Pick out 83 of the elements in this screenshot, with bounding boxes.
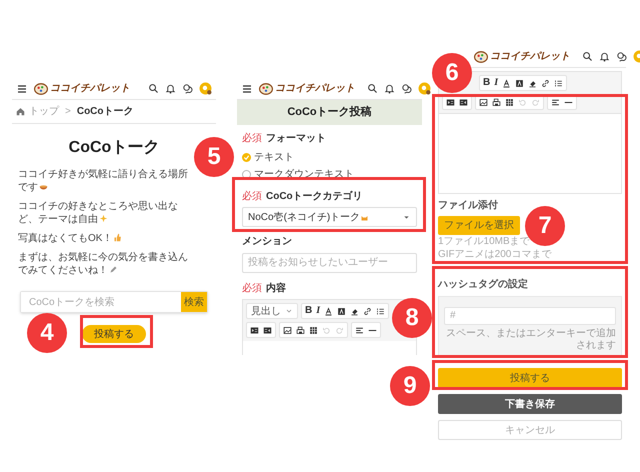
radio-label[interactable]: テキスト [254, 150, 294, 165]
italic-button[interactable]: I [494, 78, 498, 88]
site-logo[interactable]: ココイチパレット [275, 81, 355, 96]
bell-icon[interactable] [165, 83, 176, 94]
search-icon[interactable] [582, 51, 593, 62]
bold-button[interactable]: B [483, 78, 490, 88]
post-button[interactable]: 投稿する [82, 325, 146, 343]
field-label: フォーマット [266, 132, 326, 146]
chat-icon[interactable] [182, 83, 193, 94]
link-icon[interactable] [363, 306, 372, 316]
hint-text: スペース、またはエンターキーで追加されます [445, 328, 616, 352]
sparkle-icon [99, 214, 108, 223]
bell-icon[interactable] [599, 51, 610, 62]
breadcrumb-separator: > [65, 105, 71, 119]
eraser-icon[interactable] [528, 78, 538, 88]
printer-icon[interactable] [296, 326, 305, 334]
menu-icon[interactable] [16, 82, 28, 94]
step-badge: 9 [390, 366, 430, 406]
outdent-icon[interactable] [459, 98, 468, 106]
search-bar[interactable]: CoCoトークを検索 検索 [20, 291, 208, 313]
site-logo[interactable]: ココイチパレット [50, 81, 130, 96]
chevron-down-icon [285, 307, 293, 315]
file-note: GIFアニメは200コマまで [438, 249, 552, 261]
indent-icon[interactable] [250, 326, 259, 334]
paragraph: ココイチ好きが気軽に語り合える場所です [18, 168, 188, 194]
pen-icon [109, 265, 118, 274]
category-select[interactable]: NoCo壱(ネコイチ)トーク [242, 207, 417, 227]
chat-icon[interactable] [401, 83, 412, 94]
thumbs-up-icon [113, 233, 122, 242]
link-icon[interactable] [541, 78, 550, 88]
search-button[interactable]: 検索 [181, 292, 207, 312]
mention-field[interactable]: 投稿をお知らせしたいユーザー [242, 252, 417, 272]
text-color-icon[interactable] [502, 78, 512, 88]
field-label: メンション [242, 235, 292, 249]
text-color-icon[interactable] [324, 306, 334, 316]
site-logo[interactable]: ココイチパレット [490, 49, 570, 64]
menu-icon[interactable] [241, 82, 253, 94]
required-tag: 必須 [242, 189, 262, 204]
avatar-icon[interactable] [418, 82, 431, 95]
highlight-icon[interactable] [337, 306, 346, 316]
field-label: CoCoトークカテゴリ [266, 190, 363, 204]
highlight-icon[interactable] [515, 78, 524, 88]
logo-icon [474, 50, 488, 64]
align-left-icon[interactable] [355, 326, 364, 334]
image-icon[interactable] [283, 326, 292, 334]
field-label: 内容 [266, 281, 286, 296]
paragraph: ココイチの好きなところや思い出など、テーマは自由 [18, 200, 179, 226]
required-tag: 必須 [242, 281, 262, 296]
heading-select[interactable]: 見出し [246, 303, 298, 319]
paragraph: 写真はなくてもOK！ [18, 232, 188, 245]
required-tag: 必須 [242, 131, 262, 146]
page-title: CoCoトーク [68, 138, 160, 158]
hashtag-field[interactable]: # [444, 306, 616, 324]
radio-button[interactable] [242, 153, 251, 162]
align-left-icon[interactable] [551, 98, 560, 106]
indent-icon[interactable] [446, 98, 455, 106]
paragraph: まずは、お気軽に今の気分を書き込んでみてくださいね！ [18, 251, 188, 277]
bell-icon[interactable] [384, 83, 395, 94]
post-button[interactable]: 投稿する [438, 368, 622, 388]
save-draft-button[interactable]: 下書き保存 [438, 394, 622, 414]
home-icon[interactable] [16, 107, 25, 116]
choose-file-button[interactable]: ファイルを選択 [438, 216, 520, 235]
avatar-icon[interactable] [199, 82, 212, 95]
printer-icon[interactable] [492, 98, 501, 106]
list-icon[interactable] [376, 306, 386, 316]
form-title: CoCoトーク投稿 [237, 100, 422, 125]
field-label: ファイル添付 [438, 198, 498, 213]
list-icon[interactable] [554, 78, 564, 88]
search-field[interactable]: CoCoトークを検索 [21, 292, 181, 312]
search-icon[interactable] [367, 83, 378, 94]
outdent-icon[interactable] [263, 326, 272, 334]
logo-icon [259, 82, 273, 96]
step-badge: 5 [194, 137, 234, 177]
logo-icon [34, 82, 48, 96]
eraser-icon[interactable] [350, 306, 360, 316]
bold-button[interactable]: B [305, 306, 312, 316]
table-icon[interactable] [309, 326, 318, 334]
table-icon[interactable] [505, 98, 514, 106]
image-icon[interactable] [479, 98, 488, 106]
field-label: ハッシュタグの設定 [438, 277, 528, 292]
search-icon[interactable] [148, 83, 159, 94]
chat-icon[interactable] [616, 51, 627, 62]
italic-button[interactable]: I [316, 306, 320, 316]
